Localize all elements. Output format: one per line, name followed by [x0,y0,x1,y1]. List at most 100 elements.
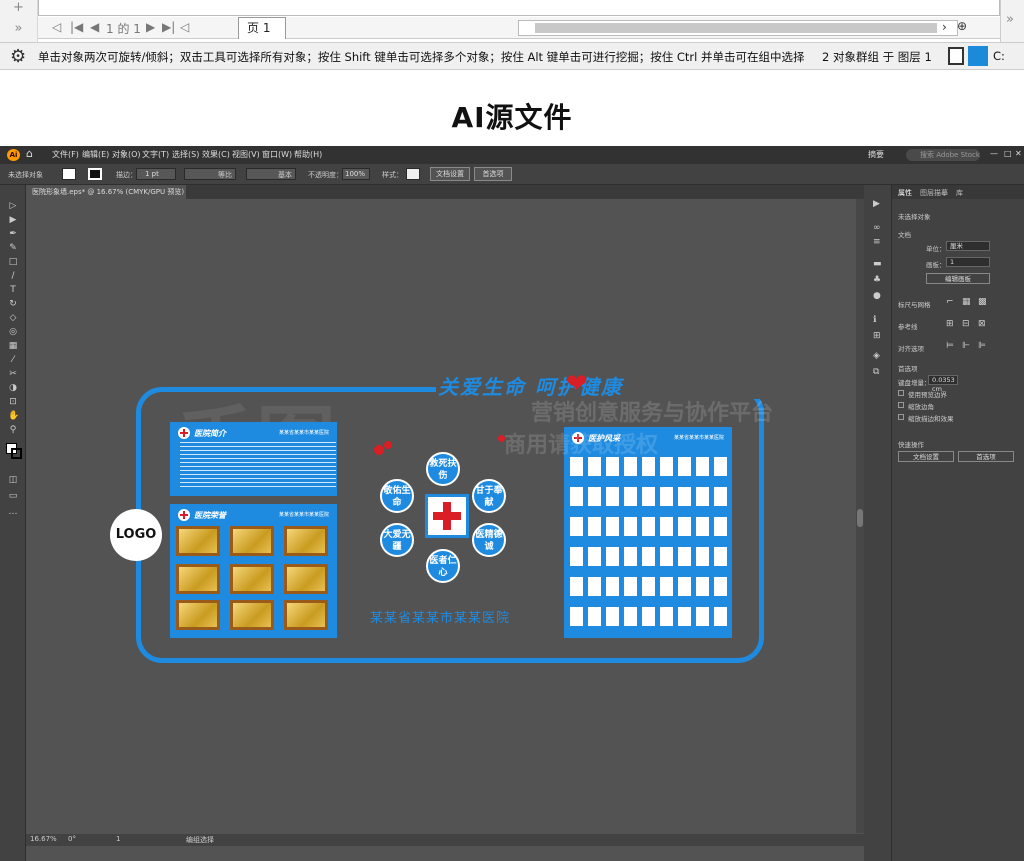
pixel-grid-icon[interactable]: ▩ [978,297,987,307]
doc-setup-button[interactable]: 文档设置 [898,451,954,462]
horizontal-scrollbar[interactable] [518,20,958,36]
ruler-icon[interactable]: ⌐ [946,297,954,307]
add-page-icon[interactable]: ◁ [52,20,61,34]
plus-icon[interactable]: + [0,0,37,15]
screen-mode-icon[interactable]: ▭ [8,491,18,501]
tab-properties[interactable]: 属性 [898,188,912,198]
menu-file[interactable]: 文件(F) [52,149,79,160]
layers-icon[interactable]: ◈ [873,351,880,361]
pen-tool-icon[interactable]: ✒ [8,229,18,239]
next-page-icon[interactable]: ▶ [146,20,155,34]
opacity-input[interactable]: 100% [342,168,370,180]
tab-page-1[interactable]: 页 1 [238,17,286,39]
workspace-switcher[interactable]: 摘要 [868,149,884,160]
eyedropper-icon[interactable]: ⁄ [8,355,18,365]
zoom-readout[interactable]: 16.67% [30,835,57,843]
brush-panel-icon[interactable]: ≡ [873,237,881,247]
menu-window[interactable]: 窗口(W) [262,149,292,160]
prefs-section: 首选项 [898,365,918,373]
menu-view[interactable]: 视图(V) [232,149,260,160]
rotation-readout[interactable]: 0° [68,835,76,843]
rotate-tool-icon[interactable]: ↻ [8,299,18,309]
draw-mode-icon[interactable]: ◫ [8,475,18,485]
symbol-panel-icon[interactable]: ♣ [873,275,881,285]
prev-page-icon[interactable]: ◀ [90,20,99,34]
grid-icon[interactable]: ▦ [962,297,971,307]
tab-libraries[interactable]: 库 [956,188,963,198]
document-tab[interactable]: 医院形象墙.eps* @ 16.67% (CMYK/GPU 预览) [26,185,186,199]
doc-setup-button[interactable]: 文档设置 [430,167,470,181]
guides-icon[interactable]: ⊞ [946,319,954,329]
prefs-button[interactable]: 首选项 [958,451,1014,462]
fill-swatch[interactable] [62,168,76,180]
info-icon[interactable]: ℹ [873,315,876,325]
artboard-select[interactable]: 1 [946,257,990,267]
canvas-vertical-scrollbar[interactable] [856,199,864,833]
align-left-icon[interactable]: ⊨ [946,341,954,351]
fill-color-swatch[interactable] [968,46,988,66]
brush-tool-icon[interactable]: / [8,271,18,281]
rect-tool-icon[interactable]: □ [8,257,18,267]
stroke-weight-input[interactable]: 1 pt [136,168,176,180]
gear-icon[interactable]: ⚙ [10,46,26,67]
menu-object[interactable]: 对象(O) [112,149,141,160]
symbol-tool-icon[interactable]: ◑ [8,383,18,393]
scale-corners-checkbox[interactable] [898,402,904,408]
edit-artboard-button[interactable]: 编辑画板 [926,273,990,284]
menu-effect[interactable]: 效果(C) [202,149,230,160]
menu-help[interactable]: 帮助(H) [294,149,322,160]
type-tool-icon[interactable]: T [8,285,18,295]
no-selection-label: 未选择对象 [898,213,931,221]
fill-bucket-icon[interactable] [948,47,964,65]
artboard-number[interactable]: 1 [116,835,120,843]
swatch-panel-icon[interactable]: ▬ [873,259,882,269]
eraser-tool-icon[interactable]: ◇ [8,313,18,323]
menu-type[interactable]: 文字(T) [142,149,169,160]
first-page-icon[interactable]: |◀ [70,20,83,34]
stroke-swatch[interactable] [88,168,102,180]
expand-icon[interactable]: » [0,21,37,36]
blend-tool-icon[interactable]: ✂ [8,369,18,379]
direct-select-tool-icon[interactable]: ▶ [8,215,18,225]
scroll-thumb[interactable] [857,509,863,527]
menu-edit[interactable]: 编辑(E) [82,149,109,160]
tab-image-trace[interactable]: 图层描摹 [920,188,948,198]
expand-right-icon[interactable]: » [1006,12,1014,27]
selection-tool-icon[interactable]: ▷ [8,201,18,211]
transform-icon[interactable]: ⊞ [873,331,881,341]
keyboard-increment-input[interactable]: 0.0353 cm [928,375,958,393]
more-tools-icon[interactable]: … [8,507,18,517]
maximize-icon[interactable]: □ [1004,149,1012,158]
artboard-tool-icon[interactable]: ⊡ [8,397,18,407]
play-icon[interactable]: ▶ [873,199,880,209]
align-right-icon[interactable]: ⊫ [978,341,986,351]
lock-guides-icon[interactable]: ⊟ [962,319,970,329]
link-icon[interactable]: ∞ [873,223,881,233]
scroll-thumb[interactable] [535,23,937,33]
align-center-icon[interactable]: ⊩ [962,341,970,351]
last-page-icon[interactable]: ▶| [162,20,175,34]
style-swatch[interactable] [406,168,420,180]
close-icon[interactable]: ✕ [1015,149,1022,158]
add-page-after-icon[interactable]: ◁ [180,20,189,34]
prefs-button[interactable]: 首选项 [474,167,512,181]
stock-search-input[interactable]: 搜索 Adobe Stock [906,149,980,161]
zoom-tool-icon[interactable]: ⚲ [8,425,18,435]
zoom-icon[interactable]: ⊕ [957,19,967,33]
stroke-color-box[interactable] [11,448,22,459]
home-icon[interactable]: ⌂ [26,147,33,160]
scale-strokes-checkbox[interactable] [898,414,904,420]
unit-select[interactable]: 厘米 [946,241,990,251]
minimize-icon[interactable]: — [990,149,998,158]
scroll-right-icon[interactable]: › [942,20,947,34]
curvature-tool-icon[interactable]: ✎ [8,243,18,253]
preview-bounds-checkbox[interactable] [898,390,904,396]
shape-builder-icon[interactable]: ◎ [8,327,18,337]
smart-guides-icon[interactable]: ⊠ [978,319,986,329]
color-panel-icon[interactable]: ● [873,291,881,301]
menu-select[interactable]: 选择(S) [172,149,199,160]
hand-tool-icon[interactable]: ✋ [8,411,19,421]
staff-photo [588,577,601,596]
artboards-icon[interactable]: ⧉ [873,367,879,377]
gradient-tool-icon[interactable]: ▦ [8,341,18,351]
